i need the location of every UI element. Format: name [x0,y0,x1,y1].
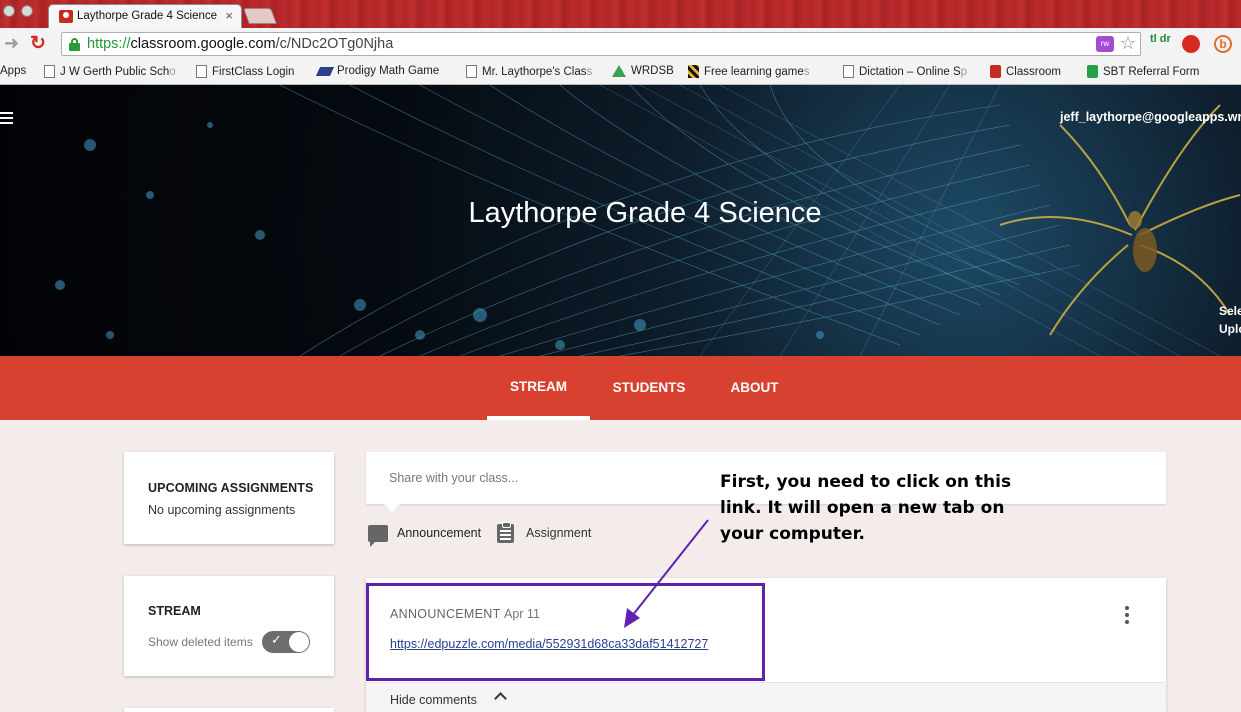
form-icon [1087,65,1098,78]
tldr-extension-icon[interactable]: tl dr [1150,34,1171,45]
b-extension-icon[interactable]: b [1214,35,1232,53]
prodigy-icon [315,66,335,76]
bookmark-label: Mr. Laythorpe's Class [482,65,593,78]
hide-comments-button[interactable]: Hide comments [390,693,477,707]
banner-theme-controls[interactable]: SeleUplo [1219,302,1241,338]
page-icon [196,65,207,78]
bookmark-label: Free learning games [704,65,810,78]
annotation-callout-text: First, you need to click on this link. I… [720,472,1012,544]
screen: Laythorpe Grade 4 Science × ➜ ↻ https://… [0,0,1241,712]
bookmark-prodigy[interactable]: Prodigy Math Game [315,65,440,77]
triangle-icon [612,65,626,77]
hamburger-menu-icon[interactable] [0,112,14,124]
window-close-button[interactable] [3,5,15,17]
stop-extension-icon[interactable] [1182,35,1200,53]
create-assignment-button[interactable]: Assignment [497,521,592,544]
share-input-placeholder[interactable]: Share with your class... [389,471,518,485]
announcement-icon [368,524,388,547]
comments-bar: Hide comments [366,682,1166,712]
class-banner: jeff_laythorpe@googleapps.wrd Laythorpe … [0,85,1241,356]
stream-settings-card: STREAM Show deleted items ✓ [124,576,334,676]
bookmark-label: Classroom [1006,65,1061,78]
page-icon [843,65,854,78]
reload-icon[interactable]: ↻ [30,32,46,55]
bookmark-label: J W Gerth Public Scho [60,65,176,78]
page-icon [44,65,55,78]
bookmark-classroom[interactable]: Classroom [990,65,1061,78]
tab-stream[interactable]: STREAM [487,356,590,420]
announcement-label: Announcement [397,526,482,540]
bookmark-label: Prodigy Math Game [337,65,440,77]
annotation-highlight-box [366,583,765,681]
upload-photo-link[interactable]: Uplo [1219,320,1241,338]
toggle-knob [289,632,309,652]
browser-toolbar: ➜ ↻ https://classroom.google.com/c/NDc2O… [0,28,1241,61]
tab-about[interactable]: ABOUT [717,356,792,420]
tab-close-icon[interactable]: × [225,8,233,23]
page-icon [466,65,477,78]
left-card-partial [124,708,334,712]
bookmark-free-learning[interactable]: Free learning games [688,65,809,78]
game-icon [688,65,699,78]
bookmark-label: SBT Referral Form [1103,65,1200,78]
upcoming-empty-text: No upcoming assignments [148,503,296,517]
bookmark-label: Apps [0,65,27,77]
tab-title: Laythorpe Grade 4 Science [77,10,218,22]
new-tab-button[interactable] [243,8,277,24]
url-path: /c/NDc2OTg0Njha [275,36,394,52]
url-host: classroom.google.com [130,36,276,52]
url-text[interactable]: https://classroom.google.com/c/NDc2OTg0N… [87,36,393,52]
assignment-clipboard-icon [497,521,514,543]
chevron-up-icon[interactable] [494,692,507,705]
show-deleted-toggle[interactable]: ✓ [262,631,310,653]
check-icon: ✓ [271,632,282,647]
user-email[interactable]: jeff_laythorpe@googleapps.wrd [1060,110,1241,124]
select-theme-link[interactable]: Sele [1219,302,1241,320]
bookmark-laythorpe-class[interactable]: Mr. Laythorpe's Class [466,65,592,78]
bookmarks-bar: Apps J W Gerth Public Scho FirstClass Lo… [0,61,1241,85]
bookmark-apps[interactable]: Apps [0,65,26,77]
address-bar[interactable]: https://classroom.google.com/c/NDc2OTg0N… [61,32,1141,56]
assignment-label: Assignment [526,526,592,540]
bookmark-label: Dictation – Online Sp [859,65,968,78]
forward-icon[interactable]: ➜ [4,33,19,54]
window-minimize-button[interactable] [21,5,33,17]
bookmark-dictation[interactable]: Dictation – Online Sp [843,65,967,78]
bookmark-wrdsb[interactable]: WRDSB [612,65,674,77]
bookmark-sbt-referral[interactable]: SBT Referral Form [1087,65,1199,78]
url-scheme: https:// [87,36,131,52]
bookmark-jw-gerth[interactable]: J W Gerth Public Scho [44,65,176,78]
bookmark-label: WRDSB [631,65,674,77]
more-options-icon[interactable] [1124,606,1130,624]
upcoming-assignments-card: UPCOMING ASSIGNMENTS No upcoming assignm… [124,452,334,544]
star-icon[interactable]: ☆ [1120,33,1136,54]
classroom-favicon-icon [59,10,73,23]
browser-tab-active[interactable]: Laythorpe Grade 4 Science × [48,4,242,28]
browser-tab-strip: Laythorpe Grade 4 Science × [0,0,1241,28]
tab-students[interactable]: STUDENTS [599,356,699,420]
bookmark-firstclass[interactable]: FirstClass Login [196,65,294,78]
class-title: Laythorpe Grade 4 Science [468,197,822,229]
stream-settings-title: STREAM [148,604,201,618]
classroom-icon [990,65,1001,78]
puzzle-extension-icon[interactable]: rw [1096,36,1114,52]
bookmark-label: FirstClass Login [212,65,295,78]
create-announcement-button[interactable]: Announcement [368,522,482,547]
upcoming-assignments-title: UPCOMING ASSIGNMENTS [148,481,314,495]
show-deleted-label: Show deleted items [148,635,253,649]
class-nav-bar: STREAM STUDENTS ABOUT [0,356,1241,420]
lock-icon [69,38,80,51]
